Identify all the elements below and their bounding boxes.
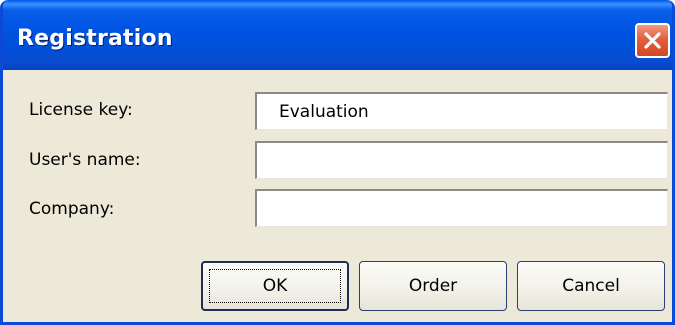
order-button[interactable]: Order	[359, 261, 507, 311]
ok-button[interactable]: OK	[201, 261, 349, 311]
users-name-field[interactable]	[255, 141, 668, 179]
users-name-label: User's name:	[29, 150, 141, 170]
registration-dialog: Registration License key: User's name: C…	[0, 0, 675, 325]
company-label: Company:	[29, 199, 115, 219]
window-title: Registration	[17, 26, 173, 51]
license-key-field[interactable]	[255, 92, 668, 130]
company-field[interactable]	[255, 189, 668, 227]
cancel-button[interactable]: Cancel	[517, 261, 665, 311]
title-bar[interactable]: Registration	[3, 0, 672, 70]
cancel-button-label: Cancel	[562, 276, 620, 296]
ok-button-label: OK	[262, 276, 288, 296]
close-icon	[644, 32, 661, 49]
close-button[interactable]	[635, 23, 670, 58]
license-key-label: License key:	[29, 100, 133, 120]
order-button-label: Order	[408, 276, 458, 296]
